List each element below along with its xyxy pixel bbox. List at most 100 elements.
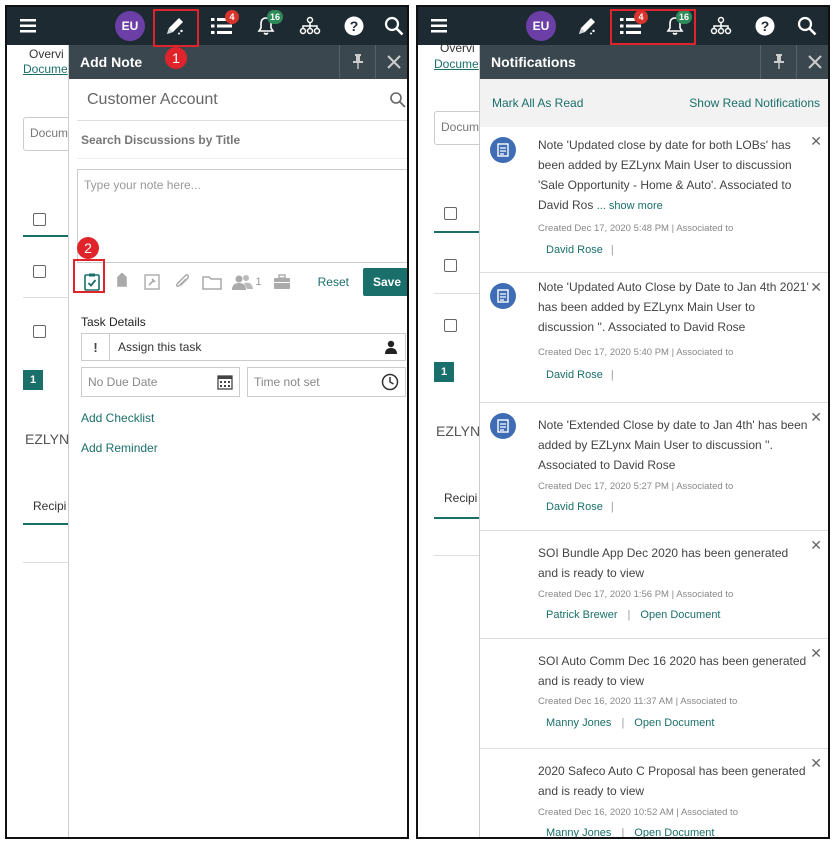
dismiss-notification-icon[interactable]: ✕	[810, 537, 822, 554]
row-checkbox[interactable]	[33, 325, 46, 338]
notifications-button[interactable]: 16	[249, 7, 284, 45]
tag-button[interactable]	[107, 267, 137, 297]
pagination-page[interactable]: 1	[23, 370, 43, 390]
org-chart-button[interactable]	[704, 7, 738, 45]
header-checkbox[interactable]	[33, 213, 46, 226]
priority-button[interactable]: !	[82, 334, 110, 360]
user-avatar-button[interactable]: EU	[524, 7, 558, 45]
calendar-icon[interactable]	[217, 374, 233, 390]
notification-item[interactable]: SOI Bundle App Dec 2020 has been generat…	[480, 531, 828, 639]
search-button[interactable]	[790, 7, 824, 45]
pin-note-button[interactable]	[137, 267, 167, 297]
dismiss-notification-icon[interactable]: ✕	[810, 645, 822, 662]
associated-contact-link[interactable]: David Rose	[546, 244, 603, 256]
org-chart-button[interactable]	[293, 7, 327, 45]
pin-icon[interactable]	[339, 45, 375, 79]
notification-item[interactable]: Note 'Updated Auto Close by Date to Jan …	[480, 273, 828, 403]
dismiss-notification-icon[interactable]: ✕	[810, 409, 822, 426]
dismiss-notification-icon[interactable]: ✕	[810, 755, 822, 772]
notification-links: David Rose |	[546, 369, 614, 381]
due-date-input[interactable]: No Due Date	[81, 367, 240, 397]
note-textarea[interactable]: Type your note here...	[77, 169, 407, 263]
row-divider	[23, 297, 73, 298]
associated-contact-link[interactable]: Manny Jones	[546, 827, 611, 837]
assign-task-field[interactable]: ! Assign this task	[81, 333, 406, 361]
background-divider	[23, 562, 73, 563]
reset-button[interactable]: Reset	[318, 275, 349, 289]
mark-all-read-link[interactable]: Mark All As Read	[492, 96, 583, 110]
notification-meta: Created Dec 16, 2020 11:37 AM | Associat…	[538, 696, 738, 707]
background-divider	[434, 555, 484, 556]
open-document-link[interactable]: Open Document	[640, 609, 720, 621]
pin-icon[interactable]	[760, 45, 796, 79]
associated-contact-link[interactable]: David Rose	[546, 501, 603, 513]
add-note-drawer: Add Note Customer Account Search Discuss…	[68, 45, 407, 837]
help-button[interactable]: ?	[748, 7, 782, 45]
user-avatar-button[interactable]: EU	[113, 7, 147, 45]
open-document-link[interactable]: Open Document	[634, 717, 714, 729]
tab-overview[interactable]: Overvi	[29, 47, 64, 61]
hamburger-menu-icon[interactable]	[13, 7, 43, 45]
show-more-link[interactable]: ... show more	[597, 200, 663, 212]
recipients-underline	[434, 517, 484, 519]
svg-text:?: ?	[761, 18, 770, 34]
add-reminder-link[interactable]: Add Reminder	[81, 441, 158, 455]
attach-button[interactable]	[167, 267, 197, 297]
notifications-actions-bar: Mark All As Read Show Read Notifications	[480, 79, 828, 127]
row-checkbox[interactable]	[444, 259, 457, 272]
associated-contact-link[interactable]: David Rose	[546, 369, 603, 381]
add-note-header: Add Note	[69, 45, 407, 79]
add-checklist-link[interactable]: Add Checklist	[81, 411, 154, 425]
associated-contact-link[interactable]: Manny Jones	[546, 717, 611, 729]
dismiss-notification-icon[interactable]: ✕	[810, 279, 822, 296]
discussion-search-input[interactable]: Search Discussions by Title	[77, 121, 407, 159]
search-icon[interactable]	[389, 91, 407, 109]
notification-item[interactable]: SOI Auto Comm Dec 16 2020 has been gener…	[480, 639, 828, 749]
assign-task-input[interactable]: Assign this task	[110, 334, 377, 360]
search-button[interactable]	[377, 7, 407, 45]
document-icon	[490, 283, 516, 309]
tab-documents[interactable]: Docume	[23, 62, 68, 76]
notification-item[interactable]: Note 'Updated close by date for both LOB…	[480, 127, 828, 273]
briefcase-button[interactable]	[267, 267, 297, 297]
hierarchy-icon	[299, 16, 321, 35]
close-icon[interactable]	[796, 45, 828, 79]
briefcase-icon	[274, 274, 290, 289]
link-separator: |	[610, 244, 614, 256]
person-icon[interactable]	[377, 334, 405, 360]
help-button[interactable]: ?	[337, 7, 371, 45]
svg-text:?: ?	[350, 18, 359, 34]
recipients-tab[interactable]: Recipi	[33, 499, 66, 513]
hierarchy-icon	[710, 16, 732, 35]
customer-account-search[interactable]: Customer Account	[77, 79, 407, 121]
close-icon[interactable]	[375, 45, 407, 79]
notification-links: Manny Jones | Open Document	[546, 717, 714, 729]
time-input[interactable]: Time not set	[247, 367, 406, 397]
row-divider	[434, 293, 484, 294]
notification-meta: Created Dec 17, 2020 1:56 PM | Associate…	[538, 589, 734, 600]
open-document-link[interactable]: Open Document	[634, 827, 714, 837]
dismiss-notification-icon[interactable]: ✕	[810, 133, 822, 150]
show-read-notifications-link[interactable]: Show Read Notifications	[689, 96, 820, 110]
customer-account-field[interactable]: Customer Account	[87, 91, 389, 109]
notification-links: Patrick Brewer | Open Document	[546, 609, 721, 621]
associated-contact-link[interactable]: Patrick Brewer	[546, 609, 618, 621]
time-placeholder: Time not set	[254, 375, 320, 389]
row-checkbox[interactable]	[444, 319, 457, 332]
notification-item[interactable]: Note 'Extended Close by date to Jan 4th'…	[480, 403, 828, 531]
add-note-button[interactable]	[570, 7, 604, 45]
notification-item[interactable]: 2020 Safeco Auto C Proposal has been gen…	[480, 749, 828, 837]
contacts-button[interactable]: 1	[227, 267, 267, 297]
row-checkbox[interactable]	[33, 265, 46, 278]
recipients-tab[interactable]: Recipi	[444, 491, 477, 505]
tab-overview[interactable]: Overvi	[440, 41, 475, 55]
hamburger-menu-icon[interactable]	[424, 7, 454, 45]
clock-icon[interactable]	[381, 373, 399, 391]
pagination-page[interactable]: 1	[434, 362, 454, 382]
tab-documents[interactable]: Docume	[434, 57, 479, 71]
header-checkbox[interactable]	[444, 207, 457, 220]
tasks-button[interactable]: 4	[205, 7, 239, 45]
folder-button[interactable]	[197, 267, 227, 297]
notifications-count-badge: 16	[267, 10, 284, 24]
save-button[interactable]: Save	[363, 268, 407, 296]
